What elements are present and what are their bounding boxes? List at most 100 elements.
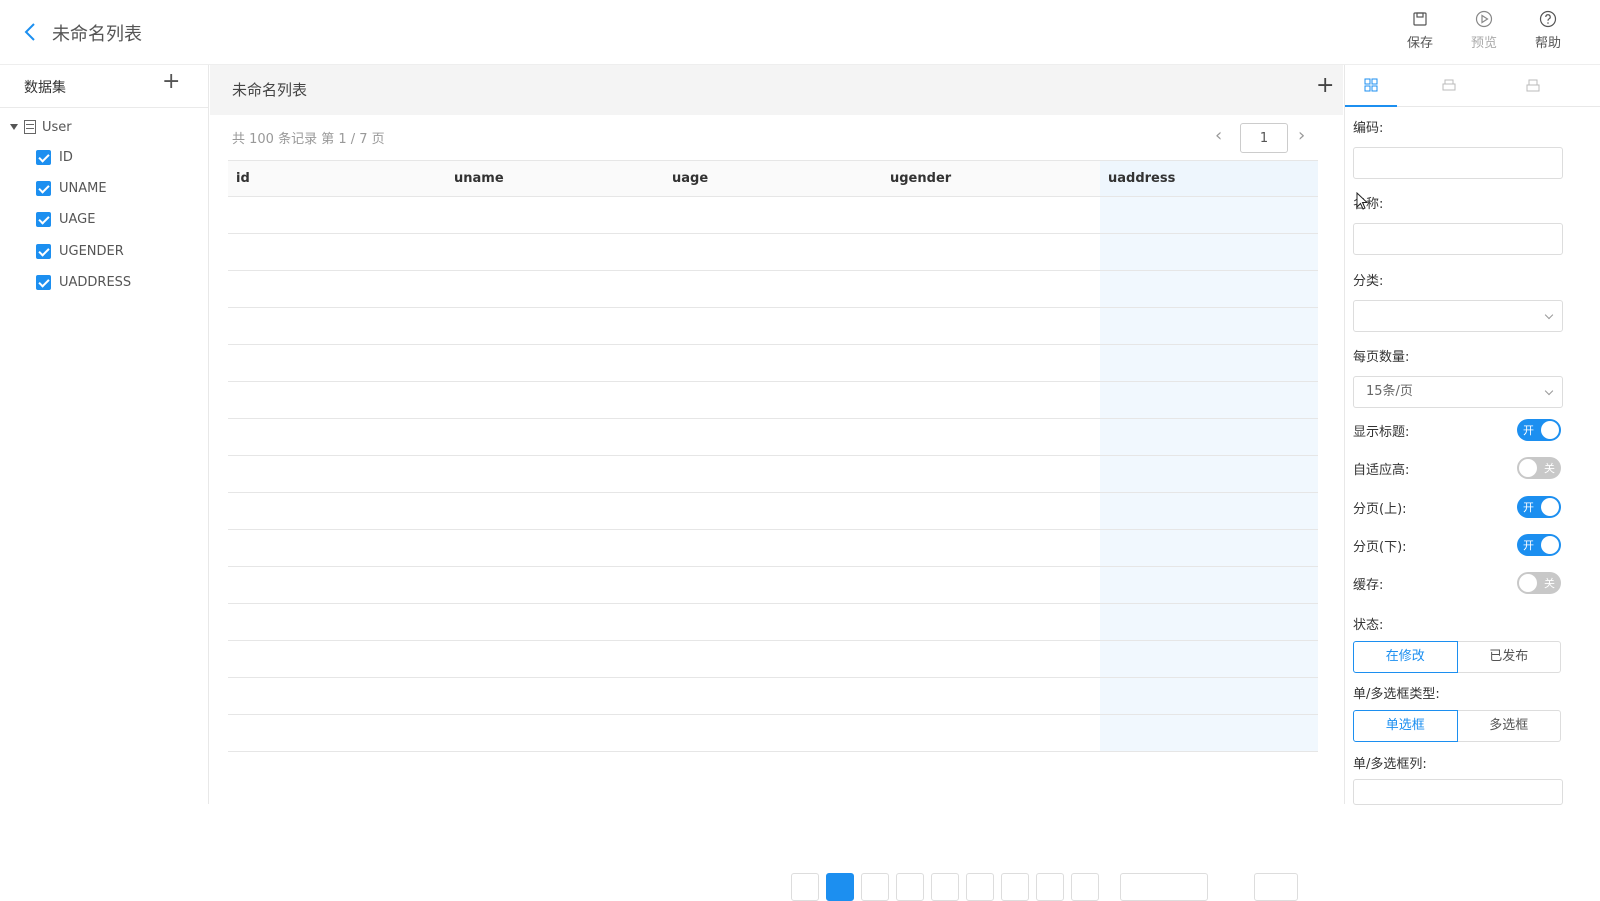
tree-node-user[interactable]: User <box>10 117 72 137</box>
field-checkbox[interactable] <box>36 274 51 290</box>
pager-jump-input[interactable] <box>1254 873 1298 901</box>
tab-list-settings[interactable] <box>1345 65 1397 107</box>
table-cell <box>228 308 446 344</box>
table-cell <box>1100 382 1318 418</box>
column-header-uname[interactable]: uname <box>446 161 664 196</box>
page-size-label: 每页数量: <box>1353 350 1410 365</box>
pager-page-button[interactable] <box>1036 873 1064 901</box>
toggle-label: 自适应高: <box>1353 463 1410 478</box>
pager-prev-button[interactable] <box>791 873 819 901</box>
single-select-button[interactable]: 单选框 <box>1353 710 1458 742</box>
pager-page-button[interactable] <box>966 873 994 901</box>
record-info: 共 100 条记录 第 1 / 7 页 <box>232 132 385 147</box>
table-cell <box>1100 456 1318 492</box>
column-header-id[interactable]: id <box>228 161 446 196</box>
add-dataset-button[interactable]: + <box>162 71 180 93</box>
table-cell <box>1100 197 1318 233</box>
toggle-label: 分页(上): <box>1353 502 1407 517</box>
save-icon <box>1413 12 1427 26</box>
select-column-input[interactable] <box>1353 779 1563 805</box>
next-page-icon[interactable]: › <box>1298 125 1312 146</box>
auto-height-switch[interactable]: 关 <box>1517 457 1561 479</box>
pager-top-switch[interactable]: 开 <box>1517 496 1561 518</box>
status-editing-button[interactable]: 在修改 <box>1353 641 1458 673</box>
caret-down-icon[interactable] <box>10 124 18 130</box>
status-published-button[interactable]: 已发布 <box>1457 641 1561 673</box>
category-label: 分类: <box>1353 274 1384 289</box>
pager-bottom-switch[interactable]: 开 <box>1517 534 1561 556</box>
table-row <box>228 604 1318 641</box>
pager-next-button[interactable] <box>1071 873 1099 901</box>
field-item-ugender[interactable]: UGENDER <box>36 242 124 260</box>
prev-page-icon[interactable]: ‹ <box>1215 125 1229 146</box>
page-title: 未命名列表 <box>52 24 142 45</box>
column-header-uage[interactable]: uage <box>664 161 882 196</box>
help-button[interactable]: 帮助 <box>1522 10 1574 56</box>
field-checkbox[interactable] <box>36 149 51 165</box>
list-title-bar: 未命名列表 + <box>210 65 1343 115</box>
field-label: ID <box>59 149 73 165</box>
pager-page-button[interactable] <box>1001 873 1029 901</box>
table-cell <box>446 715 664 751</box>
data-grid: id uname uage ugender uaddress <box>228 160 1318 901</box>
table-row <box>228 641 1318 678</box>
field-checkbox[interactable] <box>36 180 51 196</box>
field-checkbox[interactable] <box>36 243 51 259</box>
table-cell <box>882 604 1100 640</box>
show-title-switch[interactable]: 开 <box>1517 419 1561 441</box>
pager-size-select[interactable] <box>1120 873 1208 901</box>
pager-page-button[interactable] <box>931 873 959 901</box>
table-cell <box>1100 419 1318 455</box>
column-header-uaddress[interactable]: uaddress <box>1100 161 1318 196</box>
add-column-button[interactable]: + <box>1316 75 1334 97</box>
grid-icon <box>1364 78 1378 92</box>
auto-height-toggle-row: 自适应高: 关 <box>1353 457 1563 479</box>
field-item-uname[interactable]: UNAME <box>36 179 107 197</box>
field-label: UGENDER <box>59 243 124 259</box>
tab-print-settings[interactable] <box>1507 65 1559 107</box>
name-input[interactable] <box>1353 223 1563 255</box>
code-input[interactable] <box>1353 147 1563 179</box>
table-cell <box>882 456 1100 492</box>
column-header-ugender[interactable]: ugender <box>882 161 1100 196</box>
back-icon[interactable] <box>22 20 42 46</box>
field-checkbox[interactable] <box>36 211 51 227</box>
table-row <box>228 197 1318 234</box>
tab-column-settings[interactable] <box>1423 65 1475 107</box>
table-row <box>228 493 1318 530</box>
page-number-input[interactable] <box>1240 123 1288 153</box>
switch-text: 开 <box>1523 501 1534 514</box>
table-cell <box>882 197 1100 233</box>
multi-select-button[interactable]: 多选框 <box>1457 710 1561 742</box>
table-cell <box>1100 493 1318 529</box>
preview-button[interactable]: 预览 <box>1458 10 1510 56</box>
page-size-select[interactable]: 15条/页 <box>1353 376 1563 408</box>
table-row <box>228 456 1318 493</box>
field-item-id[interactable]: ID <box>36 148 73 166</box>
table-cell <box>228 382 446 418</box>
table-row <box>228 419 1318 456</box>
table-cell <box>664 493 882 529</box>
cache-switch[interactable]: 关 <box>1517 572 1561 594</box>
table-row <box>228 234 1318 271</box>
category-select[interactable] <box>1353 300 1563 332</box>
table-cell <box>1100 641 1318 677</box>
table-cell <box>664 271 882 307</box>
table-cell <box>1100 604 1318 640</box>
table-row <box>228 678 1318 715</box>
panel-tabs <box>1345 65 1600 107</box>
pager-page-button[interactable] <box>896 873 924 901</box>
help-icon <box>1539 10 1557 28</box>
save-button[interactable]: 保存 <box>1394 10 1446 56</box>
table-cell <box>228 345 446 381</box>
field-item-uage[interactable]: UAGE <box>36 210 95 228</box>
table-cell <box>1100 234 1318 270</box>
top-bar: 未命名列表 保存 预览 帮助 <box>0 0 1600 65</box>
field-item-uaddress[interactable]: UADDRESS <box>36 273 131 291</box>
pager-page-button[interactable] <box>861 873 889 901</box>
table-cell <box>882 345 1100 381</box>
cache-toggle-row: 缓存: 关 <box>1353 572 1563 594</box>
pager-page-button[interactable] <box>826 873 854 901</box>
table-cell <box>882 493 1100 529</box>
table-cell <box>446 604 664 640</box>
